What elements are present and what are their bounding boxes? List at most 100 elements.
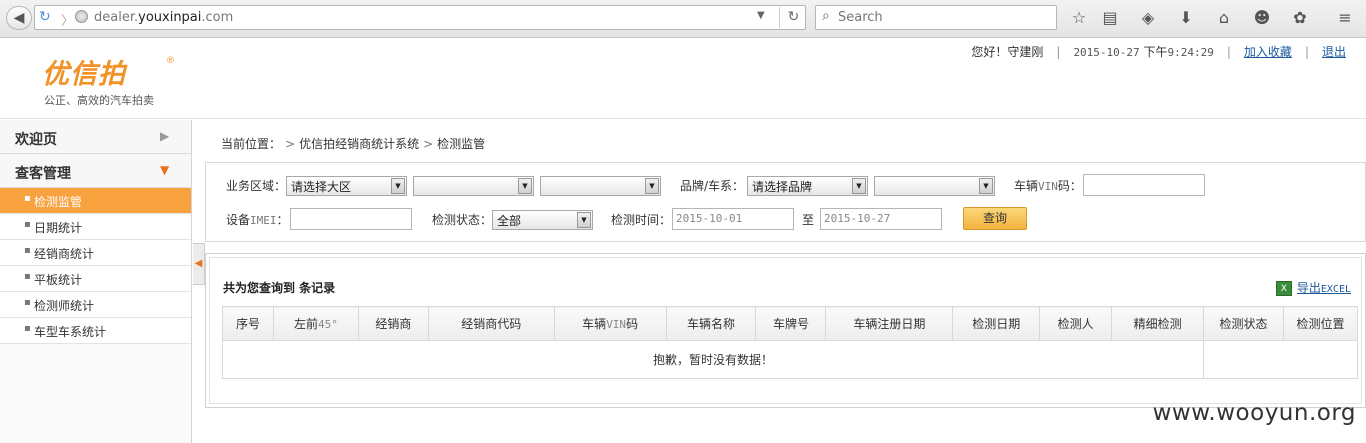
- column-header: 车辆VIN码: [553, 306, 667, 341]
- excel-icon: X: [1275, 281, 1292, 296]
- results-table: 序号 左前45° 经销商 经销商代码 车辆VIN码 车辆名称 车牌号 车辆注册日…: [221, 306, 1359, 379]
- date-text: 2015-10-27: [1073, 46, 1140, 59]
- chat-icon[interactable]: ☻: [1251, 7, 1273, 29]
- sidebar-item-inspection[interactable]: ▪ 检测监管: [0, 188, 191, 214]
- divider: |: [1304, 45, 1309, 59]
- time-text: 9:24:29: [1167, 46, 1214, 59]
- vin-input[interactable]: [1083, 174, 1205, 196]
- column-header: 车牌号: [755, 306, 827, 341]
- addon-icon[interactable]: ✿: [1289, 7, 1311, 29]
- time-prefix: 下午: [1143, 45, 1168, 59]
- download-icon[interactable]: ⬇: [1175, 7, 1197, 29]
- results-panel: 共为您查询到 条记录 X 导出EXCEL 序号 左前45° 经销商 经销商代码 车…: [205, 253, 1366, 408]
- region-select[interactable]: 请选择大区 ▼: [286, 176, 407, 196]
- column-header: 车辆名称: [665, 306, 757, 341]
- column-header: 检测日期: [952, 306, 1041, 341]
- logo[interactable]: 优信拍: [42, 52, 126, 91]
- imei-input[interactable]: [290, 208, 412, 230]
- table-cell: [1203, 340, 1358, 379]
- sidebar-section-label: 查客管理: [15, 166, 71, 182]
- watermark: www.wooyun.org: [1152, 400, 1356, 426]
- sidebar-item-inspector-stats[interactable]: ▪ 检测师统计: [0, 292, 191, 318]
- sidebar-item-label: 检测监管: [34, 195, 83, 209]
- url-bar[interactable]: ↻ 〉 dealer.youxinpai.com ▼ ↻: [34, 5, 806, 30]
- empty-message: 抱歉，暂时没有数据！: [221, 340, 1205, 379]
- user-info-bar: 您好！守建刚 | 2015-10-27 下午9:24:29 | 加入收藏 | 退出: [971, 43, 1346, 60]
- column-header: 车辆注册日期: [825, 306, 954, 341]
- series-select[interactable]: ▼: [874, 176, 995, 196]
- dropdown-arrow-icon: ▼: [852, 178, 866, 194]
- search-bar[interactable]: ⌕: [815, 5, 1057, 30]
- bullet-icon: ▪: [24, 323, 31, 334]
- breadcrumb-system[interactable]: 优信拍经销商统计系统: [299, 137, 419, 151]
- sidebar-section-welcome[interactable]: 欢迎页 ▶: [0, 120, 191, 154]
- bullet-icon: ▪: [24, 271, 31, 282]
- arrow-down-icon: ▼: [160, 163, 170, 177]
- sidebar-item-date-stats[interactable]: ▪ 日期统计: [0, 214, 191, 240]
- dropdown-arrow-icon: ▼: [577, 212, 591, 228]
- brand-label: 品牌/车系：: [680, 179, 745, 193]
- url-text[interactable]: dealer.youxinpai.com: [94, 10, 233, 25]
- sidebar: 欢迎页 ▶ 查客管理 ▼ ▪ 检测监管 ▪ 日期统计 ▪ 经销商统计 ▪ 平板统…: [0, 120, 192, 443]
- bookmark-star-icon[interactable]: ☆: [1068, 7, 1090, 29]
- status-label: 检测状态：: [432, 213, 493, 227]
- column-header: 经销商: [357, 306, 429, 341]
- bullet-icon: ▪: [24, 245, 31, 256]
- breadcrumb-separator: >: [285, 137, 296, 151]
- divider: |: [1226, 45, 1231, 59]
- browser-toolbar: ◀ ↻ 〉 dealer.youxinpai.com ▼ ↻ ⌕ ☆ ▤ ◈ ⬇…: [0, 0, 1366, 38]
- dropdown-arrow-icon: ▼: [979, 178, 993, 194]
- city-select[interactable]: ▼: [540, 176, 661, 196]
- back-button[interactable]: ◀: [6, 6, 32, 30]
- home-icon[interactable]: ⌂: [1213, 7, 1235, 29]
- registered-icon: ®: [166, 56, 175, 66]
- time-label: 检测时间：: [611, 213, 672, 227]
- province-select[interactable]: ▼: [413, 176, 534, 196]
- divider: |: [1056, 45, 1061, 59]
- breadcrumb-prefix: 当前位置：: [221, 137, 282, 151]
- column-header: 序号: [222, 306, 274, 341]
- sidebar-item-model-stats[interactable]: ▪ 车型车系统计: [0, 318, 191, 344]
- sidebar-collapse-handle[interactable]: ◀: [193, 243, 205, 285]
- column-header: 经销商代码: [427, 306, 555, 341]
- date-from-input[interactable]: 2015-10-01: [672, 208, 794, 230]
- logout-link[interactable]: 退出: [1322, 45, 1346, 59]
- export-label: 导出: [1296, 281, 1321, 295]
- result-count: 共为您查询到 条记录: [223, 281, 336, 295]
- reload-icon[interactable]: ↻: [39, 9, 51, 25]
- query-button[interactable]: 查询: [963, 207, 1027, 230]
- url-dropdown-icon[interactable]: ▼: [757, 10, 765, 21]
- imei-label: 设备IMEI：: [226, 213, 289, 227]
- region-select-value: 请选择大区: [291, 180, 352, 194]
- sidebar-item-label: 车型车系统计: [34, 325, 107, 339]
- date-to-input[interactable]: 2015-10-27: [820, 208, 942, 230]
- sidebar-item-label: 日期统计: [34, 221, 83, 235]
- refresh-icon[interactable]: ↻: [779, 7, 807, 28]
- filter-panel: 业务区域： 请选择大区 ▼ ▼ ▼ 品牌/车系： 请选择品牌 ▼ ▼ 车辆VIN…: [205, 162, 1366, 242]
- sidebar-item-dealer-stats[interactable]: ▪ 经销商统计: [0, 240, 191, 266]
- sidebar-item-tablet-stats[interactable]: ▪ 平板统计: [0, 266, 191, 292]
- brand-select[interactable]: 请选择品牌 ▼: [747, 176, 868, 196]
- column-header: 检测人: [1039, 306, 1113, 341]
- add-favorite-link[interactable]: 加入收藏: [1244, 45, 1292, 59]
- export-format: EXCEL: [1320, 284, 1351, 295]
- separator-icon: 〉: [61, 14, 75, 29]
- column-header: 精细检测: [1111, 306, 1205, 341]
- column-header: 检测状态: [1203, 306, 1284, 341]
- breadcrumb-current: 检测监管: [437, 137, 486, 151]
- pocket-icon[interactable]: ◈: [1137, 7, 1159, 29]
- menu-icon[interactable]: ≡: [1334, 7, 1356, 29]
- sidebar-section-label: 欢迎页: [15, 132, 57, 148]
- to-label: 至: [802, 213, 815, 227]
- brand-select-value: 请选择品牌: [752, 180, 813, 194]
- reading-list-icon[interactable]: ▤: [1099, 7, 1121, 29]
- status-select[interactable]: 全部 ▼: [492, 210, 593, 230]
- export-excel-link[interactable]: X 导出EXCEL: [1275, 279, 1351, 296]
- search-input[interactable]: [838, 9, 1048, 26]
- greeting: 您好！守建刚: [971, 45, 1044, 59]
- slogan: 公正、高效的汽车拍卖: [44, 94, 154, 107]
- breadcrumb: 当前位置： > 优信拍经销商统计系统 > 检测监管: [221, 135, 485, 152]
- bullet-icon: ▪: [24, 193, 31, 204]
- site-header: 优信拍 ® 公正、高效的汽车拍卖 您好！守建刚 | 2015-10-27 下午9:2…: [0, 38, 1366, 119]
- sidebar-section-customer[interactable]: 查客管理 ▼: [0, 154, 191, 188]
